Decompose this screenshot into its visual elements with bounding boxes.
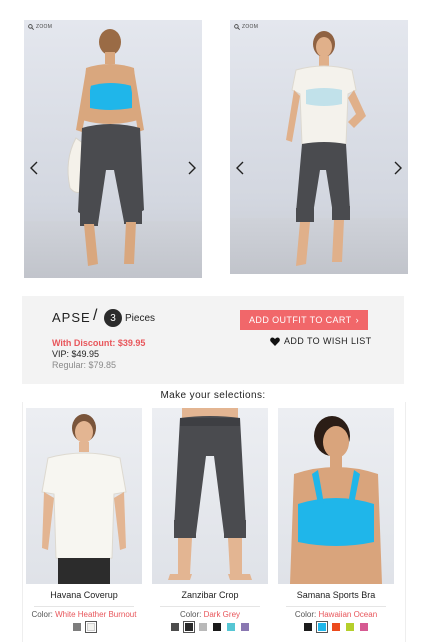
- product-card: Havana Coverup Color: White Heather Burn…: [26, 408, 142, 633]
- swatch-list: [278, 621, 394, 633]
- chevron-left-icon: [236, 161, 244, 175]
- heart-icon: [270, 336, 280, 346]
- product-image[interactable]: [26, 408, 142, 584]
- add-outfit-to-cart-button[interactable]: ADD OUTFIT TO CART ›: [240, 310, 368, 330]
- product-card: Zanzibar Crop Color: Dark Grey: [152, 408, 268, 633]
- color-swatch[interactable]: [360, 623, 368, 631]
- chevron-right-icon: ›: [355, 315, 359, 325]
- color-swatch[interactable]: [213, 623, 221, 631]
- outfit-photo-front[interactable]: ZOOM: [230, 20, 408, 274]
- swatch-list: [152, 621, 268, 633]
- next-arrow[interactable]: [186, 160, 198, 176]
- pieces-count-badge: 3: [104, 309, 122, 327]
- chevron-left-icon: [30, 161, 38, 175]
- product-color: Color: Hawaiian Ocean: [278, 610, 394, 619]
- color-swatch[interactable]: [346, 623, 354, 631]
- model-back-figure: [67, 29, 144, 266]
- color-swatch[interactable]: [73, 623, 81, 631]
- divider: [286, 606, 386, 607]
- chevron-right-icon: [394, 161, 402, 175]
- product-color: Color: White Heather Burnout: [26, 610, 142, 619]
- product-name: Zanzibar Crop: [181, 590, 239, 600]
- color-label: Color:: [31, 610, 53, 619]
- color-swatch[interactable]: [332, 623, 340, 631]
- product-card: Samana Sports Bra Color: Hawaiian Ocean: [278, 408, 394, 633]
- divider: [160, 606, 260, 607]
- prev-arrow[interactable]: [28, 160, 40, 176]
- add-to-cart-label: ADD OUTFIT TO CART: [249, 315, 352, 325]
- color-swatch[interactable]: [316, 621, 328, 633]
- next-arrow[interactable]: [392, 160, 404, 176]
- regular-price: Regular: $79.85: [52, 360, 117, 370]
- vip-price: VIP: $49.95: [52, 349, 100, 359]
- product-name: Havana Coverup: [50, 590, 118, 600]
- color-value: Hawaiian Ocean: [318, 610, 378, 619]
- discount-price: With Discount: $39.95: [52, 338, 146, 348]
- add-to-wish-list-link[interactable]: ADD TO WISH LIST: [270, 336, 372, 346]
- prev-arrow[interactable]: [234, 160, 246, 176]
- product-name: Samana Sports Bra: [296, 590, 376, 600]
- product-photo-sports-bra: [290, 416, 382, 584]
- wish-list-label: ADD TO WISH LIST: [284, 336, 372, 346]
- color-swatch[interactable]: [199, 623, 207, 631]
- model-front-figure: [286, 31, 366, 266]
- chevron-right-icon: [188, 161, 196, 175]
- pieces-label: Pieces: [125, 313, 156, 324]
- outfit-photo-back[interactable]: ZOOM: [24, 20, 202, 278]
- divider: [34, 606, 134, 607]
- outfit-name: APSE: [52, 310, 91, 325]
- color-swatch[interactable]: [304, 623, 312, 631]
- product-image[interactable]: [152, 408, 268, 584]
- color-swatch[interactable]: [183, 621, 195, 633]
- selections-heading: Make your selections:: [160, 390, 266, 401]
- product-image[interactable]: [278, 408, 394, 584]
- outfit-separator: /: [93, 307, 98, 324]
- product-color: Color: Dark Grey: [152, 610, 268, 619]
- product-photo-coverup: [41, 414, 127, 584]
- color-value: Dark Grey: [203, 610, 241, 619]
- color-label: Color:: [179, 610, 202, 619]
- color-label: Color:: [294, 610, 317, 619]
- color-swatch[interactable]: [171, 623, 179, 631]
- color-value: White Heather Burnout: [55, 610, 137, 619]
- color-swatch[interactable]: [85, 621, 97, 633]
- color-swatch[interactable]: [227, 623, 235, 631]
- swatch-list: [26, 621, 142, 633]
- outfit-summary: APSE / 3 Pieces With Discount: $39.95 VI…: [22, 296, 404, 384]
- color-swatch[interactable]: [241, 623, 249, 631]
- product-photo-crop-pants: [168, 408, 252, 580]
